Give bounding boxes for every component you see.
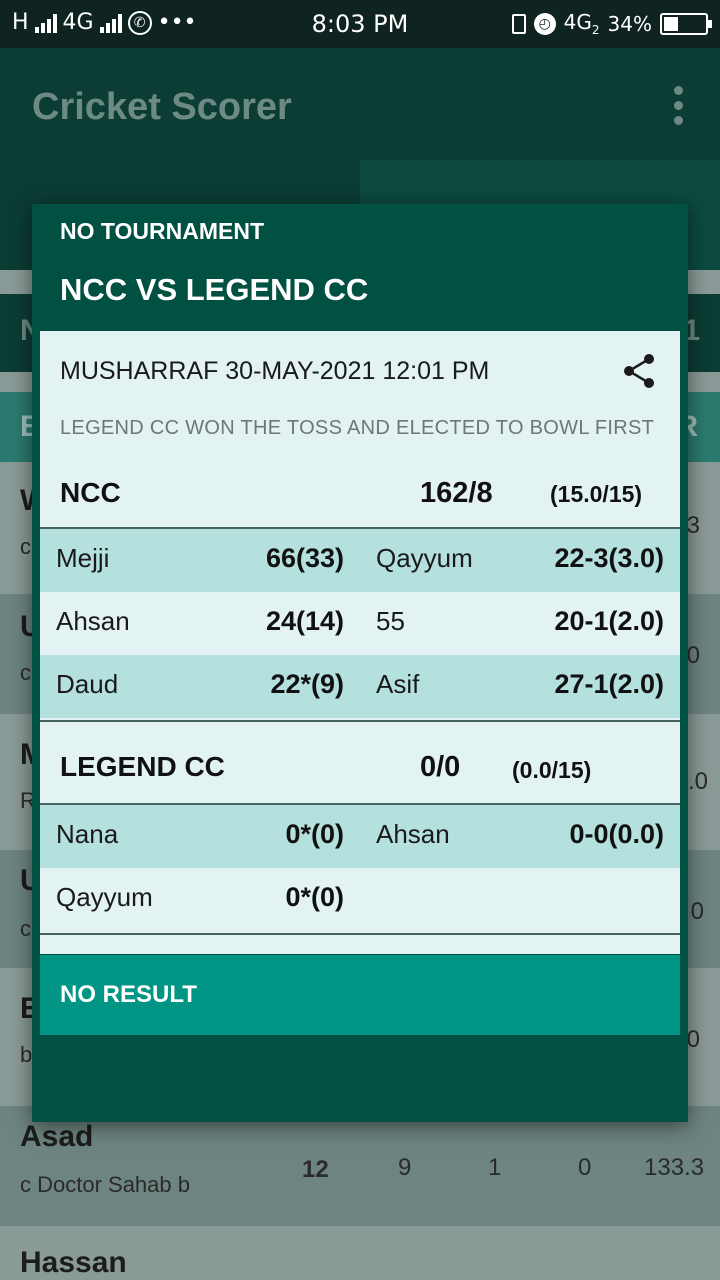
- batsman-score: 22*(9): [270, 669, 344, 699]
- bowler-name: Ahsan: [376, 819, 450, 849]
- battery-percent: 34%: [607, 11, 652, 36]
- batsman-name: Daud: [56, 669, 119, 699]
- team-2-score: 0/0: [420, 751, 461, 783]
- team-1-score: 162/8: [420, 477, 493, 509]
- overflow-menu-icon[interactable]: [674, 86, 684, 125]
- app-title: Cricket Scorer: [32, 86, 292, 128]
- status-right: ◴ 4G2 34%: [511, 10, 712, 37]
- scorecard: MUSHARRAF 30-MAY-2021 12:01 PM LEGEND CC…: [40, 331, 680, 954]
- match-title: NCC VS LEGEND CC: [60, 272, 369, 307]
- app-bar: Cricket Scorer: [0, 48, 720, 160]
- bg-batsman-name: Asad: [20, 1120, 94, 1153]
- team-1-player-row: Ahsan 24(14) 55 20-1(2.0): [40, 592, 680, 655]
- bg-balls: 9: [398, 1154, 412, 1181]
- bowler-figures: 0-0(0.0): [569, 819, 664, 849]
- batsman-score: 24(14): [265, 606, 344, 636]
- battery-fill: [664, 16, 678, 31]
- match-meta: MUSHARRAF 30-MAY-2021 12:01 PM: [60, 357, 490, 385]
- background-batsman-row-hassan: Hassan: [0, 1226, 720, 1280]
- team-2-player-row: Nana 0*(0) Ahsan 0-0(0.0): [40, 805, 680, 868]
- bowler-figures: 22-3(3.0): [554, 543, 664, 573]
- result-bar[interactable]: NO RESULT: [40, 955, 680, 1035]
- bg-batsman-name: Hassan: [20, 1246, 127, 1279]
- divider: [40, 933, 680, 935]
- network-type-4g2: 4G2: [563, 10, 600, 37]
- share-icon[interactable]: [622, 353, 656, 389]
- bg-runs: 12: [302, 1156, 329, 1183]
- bg-dismissal: c Doctor Sahab b: [20, 1172, 190, 1197]
- team-1-player-row: Mejji 66(33) Qayyum 22-3(3.0): [40, 529, 680, 592]
- background-batsman-row-asad: Asad c Doctor Sahab b 12 9 1 0 133.3: [0, 1106, 720, 1226]
- team-2-overs: (0.0/15): [512, 757, 592, 783]
- batsman-name: Ahsan: [56, 606, 130, 636]
- divider: [40, 720, 680, 722]
- team-1-overs: (15.0/15): [550, 481, 643, 507]
- bowler-figures: 27-1(2.0): [554, 669, 664, 699]
- bowler-name: Qayyum: [376, 543, 473, 573]
- team-1-player-row: Daud 22*(9) Asif 27-1(2.0): [40, 655, 680, 718]
- tournament-label: NO TOURNAMENT: [60, 218, 265, 244]
- team-1-header: NCC 162/8 (15.0/15): [40, 467, 680, 527]
- alarm-icon: ◴: [533, 12, 556, 35]
- batsman-score: 0*(0): [285, 819, 344, 849]
- batsman-name: Mejji: [56, 543, 110, 573]
- batsman-score: 66(33): [265, 543, 344, 573]
- bowler-name: 55: [376, 606, 405, 636]
- result-label: NO RESULT: [60, 981, 197, 1008]
- vibrate-icon: [511, 13, 526, 34]
- bg-strike-rate: 133.3: [644, 1154, 705, 1181]
- team-2-player-row: Qayyum 0*(0): [40, 868, 680, 931]
- team-2-name: LEGEND CC: [60, 751, 225, 782]
- batsman-name: Qayyum: [56, 882, 153, 912]
- toss-info: LEGEND CC WON THE TOSS AND ELECTED TO BO…: [60, 417, 655, 439]
- bowler-name: Asif: [376, 669, 420, 699]
- bowler-figures: 20-1(2.0): [554, 606, 664, 636]
- bg-sixes: 0: [578, 1154, 592, 1181]
- match-summary-dialog: NO TOURNAMENT NCC VS LEGEND CC MUSHARRAF…: [32, 204, 688, 1122]
- status-bar: H 4G ✆ ••• 8:03 PM ◴ 4G2 34%: [0, 0, 720, 48]
- team-1-name: NCC: [60, 477, 121, 508]
- batsman-score: 0*(0): [285, 882, 344, 912]
- team-2-header: LEGEND CC 0/0 (0.0/15): [40, 745, 680, 805]
- bg-fours: 1: [488, 1154, 502, 1181]
- batsman-name: Nana: [56, 819, 119, 849]
- battery-icon: [660, 12, 712, 35]
